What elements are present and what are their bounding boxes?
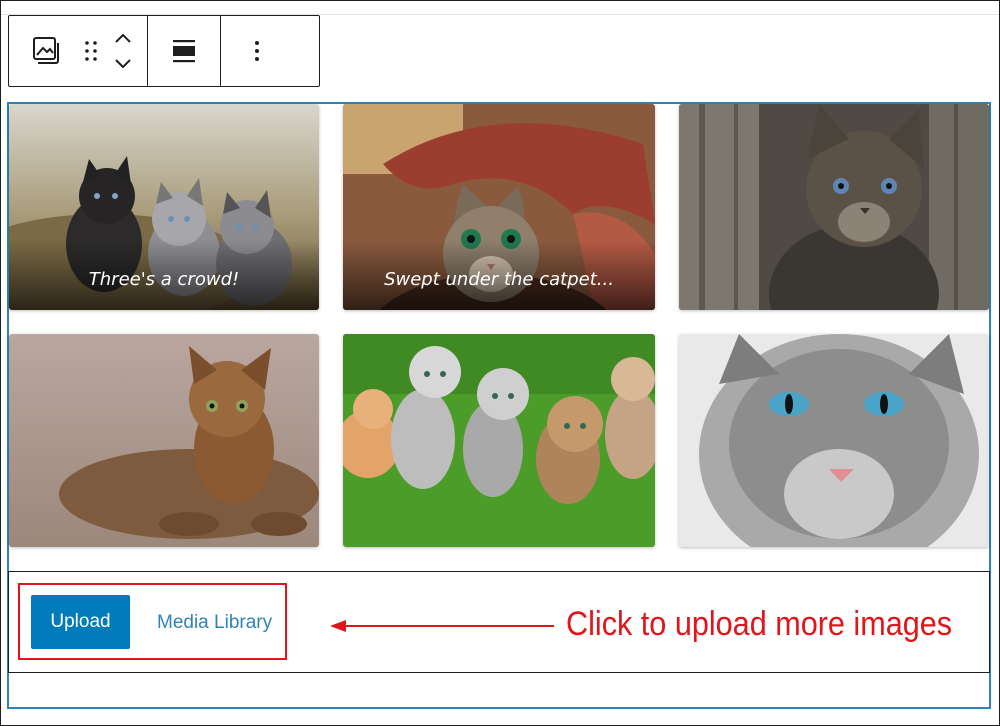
annotation-text: Click to upload more images — [566, 605, 953, 643]
move-up-button[interactable] — [113, 25, 133, 51]
gallery-block-icon — [31, 36, 61, 66]
gallery-block-button[interactable] — [9, 16, 83, 86]
media-library-link[interactable]: Media Library — [157, 608, 272, 638]
gallery-image-kitten-by-wood[interactable] — [679, 104, 989, 310]
kitten-wood-photo — [679, 104, 989, 310]
move-down-icon — [113, 58, 133, 70]
drag-handle-icon — [84, 39, 98, 63]
toolbar-group-options — [220, 16, 293, 86]
move-down-button[interactable] — [113, 51, 133, 77]
upload-button[interactable]: Upload — [31, 595, 130, 649]
align-icon — [172, 38, 196, 64]
drag-handle-button[interactable] — [83, 16, 99, 86]
align-button[interactable] — [148, 16, 220, 86]
gallery-image-kitten-under-blanket[interactable]: Swept under the catpet... — [343, 104, 655, 310]
tabby-lying-photo — [9, 334, 319, 547]
toolbar-group-align — [147, 16, 220, 86]
toolbar-group-block — [9, 16, 147, 86]
move-up-icon — [113, 32, 133, 44]
more-options-button[interactable] — [221, 16, 293, 86]
more-options-icon — [254, 39, 260, 63]
kittens-grass-photo — [343, 334, 655, 547]
gallery-image-grey-cat[interactable] — [679, 334, 989, 547]
image-caption[interactable]: Three's a crowd! — [9, 240, 319, 310]
image-caption[interactable]: Swept under the catpet... — [343, 240, 655, 310]
gallery-image-kittens-in-straw[interactable]: Three's a crowd! — [9, 104, 319, 310]
gallery-image-tabby-lying[interactable] — [9, 334, 319, 547]
gallery-image-kittens-on-grass[interactable] — [343, 334, 655, 547]
annotation-arrow — [330, 620, 554, 632]
block-toolbar — [8, 15, 320, 87]
grey-cat-photo — [679, 334, 989, 547]
block-movers — [99, 16, 147, 86]
